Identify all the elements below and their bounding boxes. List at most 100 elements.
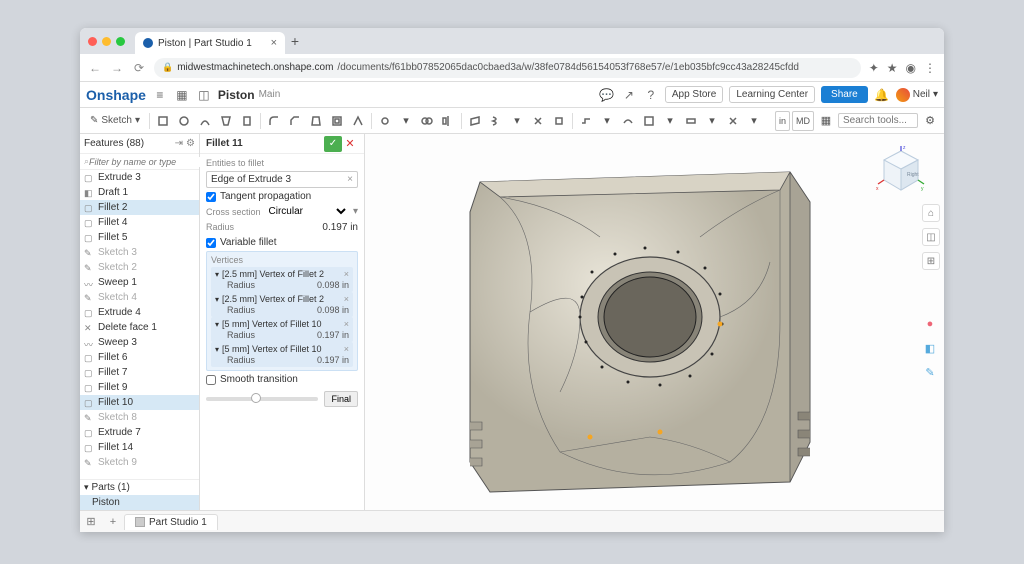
feature-item[interactable]: ▢Fillet 10 <box>80 395 199 410</box>
window-controls[interactable] <box>88 37 125 46</box>
feature-item[interactable]: ▢Fillet 2 <box>80 200 199 215</box>
feature-item[interactable]: ✕Delete face 1 <box>80 320 199 335</box>
notify-icon[interactable]: ↗ <box>621 88 637 102</box>
sketch-tool[interactable]: ✎ Sketch ▾ <box>84 111 146 131</box>
units-display[interactable]: in <box>775 111 790 131</box>
feature-item[interactable]: ▢Fillet 14 <box>80 440 199 455</box>
document-title[interactable]: Piston Main <box>218 88 280 102</box>
feature-item[interactable]: ▢Fillet 6 <box>80 350 199 365</box>
cube-icon[interactable]: ◫ <box>196 88 212 102</box>
parts-header[interactable]: ▾ Parts (1) <box>80 479 199 495</box>
view-cube[interactable]: Right z x y <box>876 146 926 196</box>
entity-selection[interactable]: Edge of Extrude 3 × <box>206 171 358 188</box>
vertex-item[interactable]: ▾[2.5 mm] Vertex of Fillet 2×Radius0.098… <box>211 267 353 292</box>
add-tab-icon[interactable]: + <box>102 516 124 528</box>
menu-icon[interactable]: ⋮ <box>924 61 936 75</box>
frame-tool[interactable] <box>639 111 659 131</box>
vertex-item[interactable]: ▾[2.5 mm] Vertex of Fillet 2×Radius0.098… <box>211 292 353 317</box>
radius-value[interactable]: 0.197 in <box>322 222 358 233</box>
bell-icon[interactable]: 🔔 <box>874 88 890 102</box>
chamfer-tool[interactable] <box>285 111 305 131</box>
extrude-tool[interactable] <box>153 111 173 131</box>
maximize-window-icon[interactable] <box>116 37 125 46</box>
extension-icon[interactable]: ✦ <box>869 61 879 75</box>
surface-tool[interactable] <box>618 111 638 131</box>
hole-tool[interactable] <box>375 111 395 131</box>
flange-tool[interactable]: ▾ <box>597 111 617 131</box>
model-canvas[interactable]: Right z x y ⌂ ◫ ⊞ ● ◧ ✎ <box>365 134 944 510</box>
feature-item[interactable]: ✎Sketch 4 <box>80 290 199 305</box>
hamburger-icon[interactable]: ≡ <box>152 88 168 102</box>
mass-display[interactable]: MD <box>792 111 814 131</box>
modify-tool[interactable] <box>549 111 569 131</box>
transform-tool[interactable]: ▾ <box>507 111 527 131</box>
feature-filter-input[interactable] <box>89 157 206 167</box>
vertex-item[interactable]: ▾[5 mm] Vertex of Fillet 10×Radius0.197 … <box>211 317 353 342</box>
collab-comment-icon[interactable]: ✎ <box>920 362 940 382</box>
vertex-item[interactable]: ▾[5 mm] Vertex of Fillet 10×Radius0.197 … <box>211 342 353 367</box>
feature-item[interactable]: ◧Draft 1 <box>80 185 199 200</box>
mirror-tool[interactable] <box>438 111 458 131</box>
smooth-checkbox[interactable]: Smooth transition <box>206 374 358 385</box>
feature-item[interactable]: 〰Sweep 1 <box>80 275 199 290</box>
feature-item[interactable]: ▢Fillet 7 <box>80 365 199 380</box>
user-menu[interactable]: Neil ▾ <box>896 88 938 102</box>
learning-center-button[interactable]: Learning Center <box>729 86 815 103</box>
remove-vertex-icon[interactable]: × <box>344 319 349 329</box>
sheetmetal-tool[interactable] <box>576 111 596 131</box>
tangent-checkbox[interactable]: Tangent propagation <box>206 191 358 202</box>
rollback-icon[interactable]: ⇥ <box>175 138 183 149</box>
share-button[interactable]: Share <box>821 86 868 103</box>
chat-icon[interactable]: 💬 <box>599 88 615 102</box>
url-input[interactable]: 🔒 midwestmachinetech.onshape.com/documen… <box>154 58 861 78</box>
feature-item[interactable]: ▢Extrude 7 <box>80 425 199 440</box>
confirm-button[interactable]: ✓ <box>324 136 342 152</box>
browser-tab[interactable]: Piston | Part Studio 1 × <box>135 32 285 54</box>
boolean-tool[interactable] <box>417 111 437 131</box>
document-menu-icon[interactable]: ▦ <box>174 88 190 102</box>
variable-tool[interactable] <box>723 111 743 131</box>
feature-filter[interactable]: ⌕ <box>80 154 199 170</box>
loft-tool[interactable] <box>216 111 236 131</box>
feature-item[interactable]: ✎Sketch 3 <box>80 245 199 260</box>
feature-item[interactable]: ✎Sketch 8 <box>80 410 199 425</box>
home-view-icon[interactable]: ⌂ <box>922 204 940 222</box>
help-icon[interactable]: ? <box>643 88 659 102</box>
fillet-tool[interactable] <box>264 111 284 131</box>
feature-item[interactable]: ▢Fillet 5 <box>80 230 199 245</box>
search-tools-input[interactable] <box>838 113 918 128</box>
features-list[interactable]: ▢Extrude 3◧Draft 1▢Fillet 2▢Fillet 4▢Fil… <box>80 170 199 479</box>
thicken-tool[interactable] <box>237 111 257 131</box>
star-icon[interactable]: ★ <box>887 61 898 75</box>
feature-item[interactable]: 〰Sweep 3 <box>80 335 199 350</box>
sweep-tool[interactable] <box>195 111 215 131</box>
variable-checkbox[interactable]: Variable fillet <box>206 237 358 248</box>
reload-icon[interactable]: ⟳ <box>132 61 146 75</box>
final-button[interactable]: Final <box>324 391 358 407</box>
cross-section-select[interactable]: Circular <box>265 205 349 218</box>
app-store-button[interactable]: App Store <box>665 86 723 103</box>
profile-icon[interactable]: ◉ <box>906 61 916 75</box>
collab-cursor-icon[interactable]: ● <box>920 314 940 334</box>
tab-manager-icon[interactable]: ⊞ <box>80 515 102 528</box>
rib-tool[interactable] <box>348 111 368 131</box>
pattern-tool[interactable]: ▾ <box>396 111 416 131</box>
feature-item[interactable]: ▢Extrude 3 <box>80 170 199 185</box>
remove-vertex-icon[interactable]: × <box>344 344 349 354</box>
feature-settings-icon[interactable]: ⚙ <box>186 138 195 149</box>
part-item[interactable]: Piston <box>80 495 199 510</box>
close-window-icon[interactable] <box>88 37 97 46</box>
draft-tool[interactable] <box>306 111 326 131</box>
section-view-icon[interactable]: ◫ <box>922 228 940 246</box>
cancel-button[interactable]: ✕ <box>342 137 358 150</box>
remove-vertex-icon[interactable]: × <box>344 269 349 279</box>
onshape-logo[interactable]: Onshape <box>86 87 146 103</box>
settings-icon[interactable]: ⚙ <box>920 111 940 131</box>
shell-tool[interactable] <box>327 111 347 131</box>
feature-item[interactable]: ▢Extrude 4 <box>80 305 199 320</box>
part-studio-tab[interactable]: Part Studio 1 <box>124 514 218 530</box>
clear-entity-icon[interactable]: × <box>347 174 353 185</box>
close-tab-icon[interactable]: × <box>271 37 277 49</box>
feature-item[interactable]: ▢Fillet 4 <box>80 215 199 230</box>
toggle-view-icon[interactable]: ⊞ <box>922 252 940 270</box>
